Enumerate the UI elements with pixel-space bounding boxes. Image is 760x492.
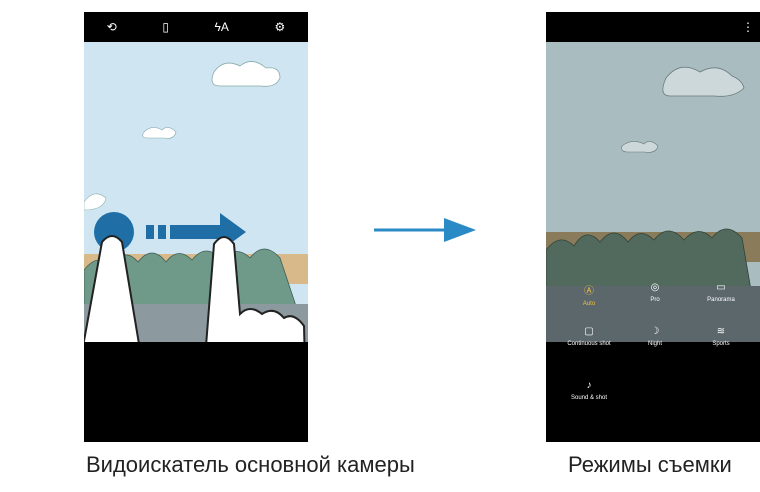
mode-night[interactable]: ☽ Night [620, 326, 690, 347]
night-moon-icon: ☽ [650, 326, 660, 337]
shooting-modes-screen: ⋮ Ⓐ Auto ◎ Pro ▭ Panorama ▢ Continuous s… [546, 12, 760, 442]
sound-shot-icon: ♪ [586, 380, 592, 391]
mode-label: Pro [650, 297, 660, 303]
mode-auto[interactable]: Ⓐ Auto [554, 282, 624, 307]
camera-preview-scene[interactable] [84, 42, 308, 342]
mode-pro[interactable]: ◎ Pro [620, 282, 690, 303]
mode-sound-shot[interactable]: ♪ Sound & shot [554, 380, 624, 401]
mode-label: Sound & shot [570, 395, 608, 401]
pro-mode-icon: ◎ [650, 282, 660, 293]
mode-label: Auto [582, 301, 596, 307]
caption-viewfinder: Видоискатель основной камеры [86, 452, 415, 477]
auto-mode-icon: Ⓐ [584, 286, 594, 297]
camera-top-bar: ⟲ ▯ ϟA ⚙ [84, 12, 308, 42]
viewfinder-screen: ⟲ ▯ ϟA ⚙ [84, 12, 308, 442]
sports-icon: ≋ [716, 326, 726, 337]
aspect-ratio-icon[interactable]: ▯ [162, 20, 169, 34]
panorama-icon: ▭ [716, 282, 726, 293]
camera-switch-icon[interactable]: ⟲ [107, 20, 117, 34]
flash-auto-icon[interactable]: ϟA [215, 20, 229, 34]
transition-arrow-icon [374, 218, 476, 242]
mode-label: Night [647, 341, 662, 347]
mode-panorama[interactable]: ▭ Panorama [686, 282, 756, 303]
mode-label: Panorama [707, 297, 735, 303]
mode-label: Sports [712, 341, 730, 347]
mode-continuous-shot[interactable]: ▢ Continuous shot [554, 326, 624, 347]
mode-label: Continuous shot [567, 341, 611, 347]
shutter-area [84, 342, 308, 442]
mode-sports[interactable]: ≋ Sports [686, 326, 756, 347]
caption-shooting-modes: Режимы съемки [568, 452, 732, 477]
continuous-shot-icon: ▢ [584, 326, 594, 337]
settings-gear-icon[interactable]: ⚙ [274, 20, 285, 34]
more-options-icon[interactable]: ⋮ [742, 20, 754, 34]
